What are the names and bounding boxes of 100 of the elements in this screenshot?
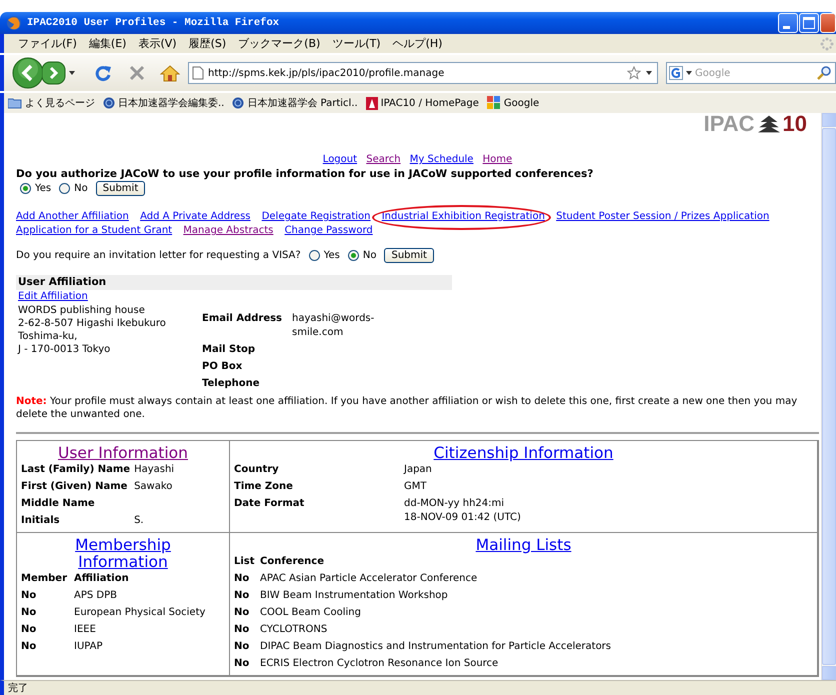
window-title: IPAC2010 User Profiles - Mozilla Firefox (27, 17, 280, 29)
search-bar[interactable]: Google (666, 62, 836, 84)
action-link[interactable]: Manage Abstracts (183, 225, 274, 236)
reload-icon[interactable] (94, 64, 112, 82)
field-label: Date Format (234, 497, 306, 511)
table-cell-text: IUPAP (74, 640, 104, 654)
submit-button[interactable]: Submit (96, 181, 146, 196)
section-link[interactable]: Mailing Lists (476, 536, 572, 554)
field-value: GMT (404, 480, 428, 494)
field-value: S. (134, 514, 145, 528)
table-cell-text: No (234, 589, 250, 603)
field-value: hayashi@words-smile.com (292, 313, 374, 338)
field-value: Hayashi (134, 463, 176, 477)
minimize-button[interactable] (778, 13, 798, 33)
radio-button[interactable] (308, 250, 320, 261)
table-cell-text: No (21, 606, 38, 620)
squares-icon (486, 96, 501, 110)
field-label: Last (Family) Name (21, 463, 130, 477)
field-value: Sawako (134, 480, 174, 494)
edit-link[interactable]: Edit Affiliation (18, 291, 88, 302)
stop-icon[interactable] (128, 64, 146, 82)
table-cell-text: COOL Beam Cooling (260, 606, 362, 620)
bookmark-star-icon[interactable] (627, 66, 641, 80)
action-link[interactable]: Industrial Exhibition Registration (382, 211, 545, 222)
menu-item[interactable]: 表示(V) (132, 36, 183, 51)
table-cell-text: No (21, 640, 38, 654)
field-label: Middle Name (21, 497, 96, 511)
nav-link[interactable]: Search (366, 154, 401, 165)
address-line: J - 170-0013 Tokyo (18, 343, 112, 356)
section-link[interactable]: Citizenship Information (434, 444, 614, 462)
radio-button[interactable] (59, 183, 70, 194)
table-cell-text: No (234, 572, 250, 586)
action-link[interactable]: Add A Private Address (140, 211, 251, 222)
radio-button[interactable] (348, 250, 359, 261)
back-button[interactable] (12, 57, 44, 89)
field-value: 18-NOV-09 01:42 (UTC) (404, 511, 522, 525)
caret-icon[interactable] (686, 69, 692, 77)
close-button[interactable] (820, 13, 836, 33)
menu-item[interactable]: 履歴(S) (182, 36, 232, 51)
table-cell-text: No (234, 657, 250, 671)
globe-icon (232, 97, 244, 109)
column-header: Affiliation (74, 572, 130, 586)
radio-button[interactable] (20, 183, 31, 194)
search-field[interactable]: Google (695, 68, 814, 78)
bookmark-link[interactable]: 日本加速器学会 Particl.. (247, 96, 358, 110)
home-icon[interactable] (160, 64, 180, 82)
table-cell-text: No (21, 623, 38, 637)
menu-item[interactable]: 編集(E) (82, 36, 132, 51)
action-link[interactable]: Change Password (284, 225, 373, 236)
action-link[interactable]: Application for a Student Grant (16, 225, 172, 236)
field-label: Time Zone (234, 480, 294, 494)
field-label: First (Given) Name (21, 480, 128, 494)
table-cell-text: BIW Beam Instrumentation Workshop (260, 589, 449, 603)
section-link[interactable]: User Information (58, 444, 188, 462)
tower-icon (366, 96, 378, 110)
address-line: 2-62-8-507 Higashi Ikebukuro (18, 317, 167, 330)
table-cell-text: APS DPB (74, 589, 118, 603)
menu-item[interactable]: ツール(T) (326, 36, 387, 51)
bookmark-link[interactable]: 日本加速器学会編集委.. (118, 96, 224, 110)
section-link[interactable]: Membership Information (61, 537, 185, 571)
radio-label: No (362, 248, 376, 262)
radio-label: Yes (35, 182, 52, 196)
table-cell-text: IEEE (74, 623, 97, 637)
maximize-button[interactable] (799, 13, 819, 33)
search-engine-icon[interactable] (669, 66, 683, 80)
submit-button[interactable]: Submit (384, 248, 434, 263)
menu-item[interactable]: ファイル(F) (12, 36, 83, 51)
field-label: Initials (21, 514, 61, 528)
address-field[interactable]: http://spms.kek.jp/pls/ipac2010/profile.manage (208, 68, 623, 78)
field-label: Country (234, 463, 280, 477)
throbber-icon (820, 36, 834, 50)
menu-item[interactable]: ヘルプ(H) (386, 36, 448, 51)
nav-link[interactable]: Home (482, 154, 512, 165)
search-icon[interactable] (817, 66, 831, 80)
nav-link[interactable]: My Schedule (410, 154, 474, 165)
nav-link[interactable]: Logout (322, 154, 358, 165)
table-cell-text: No (234, 640, 250, 654)
globe-icon (103, 97, 115, 109)
menu-item[interactable]: ブックマーク(B) (232, 36, 326, 51)
question-text: Do you authorize JACoW to use your profile information for use in JACoW supported conferences? (16, 167, 594, 181)
action-link[interactable]: Add Another Affiliation (16, 211, 129, 222)
scroll-thumb[interactable] (822, 128, 836, 665)
bookmark-link[interactable]: IPAC10 / HomePage (380, 98, 479, 108)
section-header: User Affiliation (16, 275, 452, 290)
conference-logo: IPAC 10 (704, 113, 807, 135)
forward-button[interactable] (42, 61, 66, 85)
table-cell-text: No (234, 623, 250, 637)
field-value: dd-MON-yy hh24:mi (404, 497, 506, 511)
field-label: Email Address (202, 312, 284, 326)
bookmark-link[interactable]: よく見るページ (25, 96, 95, 110)
table-cell-text: DIPAC Beam Diagnostics and Instrumentation for Particle Accelerators (260, 640, 612, 654)
caret-icon[interactable] (645, 69, 653, 77)
caret-icon[interactable] (68, 69, 76, 77)
address-bar[interactable]: http://spms.kek.jp/pls/ipac2010/profile.manage (188, 62, 658, 84)
table-cell-text: APAC Asian Particle Accelerator Conference (260, 572, 478, 586)
action-link[interactable]: Student Poster Session / Prizes Application (556, 211, 770, 222)
bookmark-link[interactable]: Google (504, 98, 540, 108)
column-header: Conference (260, 555, 326, 569)
action-link[interactable]: Delegate Registration (262, 211, 371, 222)
field-label: Mail Stop (202, 343, 256, 357)
